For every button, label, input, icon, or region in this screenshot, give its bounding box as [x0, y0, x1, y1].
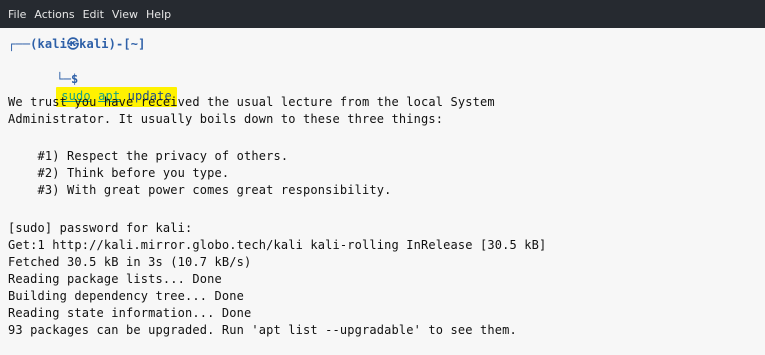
terminal-area[interactable]: ┌──(kali㉿kali)-[~] └─$ sudo apt update W… — [0, 28, 765, 355]
output-line-13: Reading state information... Done — [8, 306, 252, 320]
menu-help[interactable]: Help — [146, 8, 171, 21]
output-line-6: #3) With great power comes great respons… — [8, 183, 392, 197]
prompt-dollar: └─$ — [56, 72, 79, 86]
output-line-12: Building dependency tree... Done — [8, 289, 244, 303]
output-line-4: #1) Respect the privacy of others. — [8, 149, 289, 163]
menu-actions[interactable]: Actions — [34, 8, 74, 21]
output-line-2: Administrator. It usually boils down to … — [8, 112, 444, 126]
output-line-11: Reading package lists... Done — [8, 272, 222, 286]
output-line-14: 93 packages can be upgraded. Run 'apt li… — [8, 323, 517, 337]
menu-view[interactable]: View — [112, 8, 138, 21]
output-line-8: [sudo] password for kali: — [8, 221, 193, 235]
prompt-header: ┌──(kali㉿kali)-[~] — [8, 37, 146, 51]
output-line-5: #2) Think before you type. — [8, 166, 230, 180]
output-line-9: Get:1 http://kali.mirror.globo.tech/kali… — [8, 238, 547, 252]
terminal-window: File Actions Edit View Help ┌──(kali㉿kal… — [0, 0, 765, 355]
menu-bar: File Actions Edit View Help — [0, 0, 765, 28]
output-line-1: We trust you have received the usual lec… — [8, 95, 495, 109]
prompt-line: └─$ sudo apt update — [12, 57, 177, 107]
output-line-10: Fetched 30.5 kB in 3s (10.7 kB/s) — [8, 255, 252, 269]
menu-edit[interactable]: Edit — [83, 8, 104, 21]
menu-file[interactable]: File — [8, 8, 26, 21]
